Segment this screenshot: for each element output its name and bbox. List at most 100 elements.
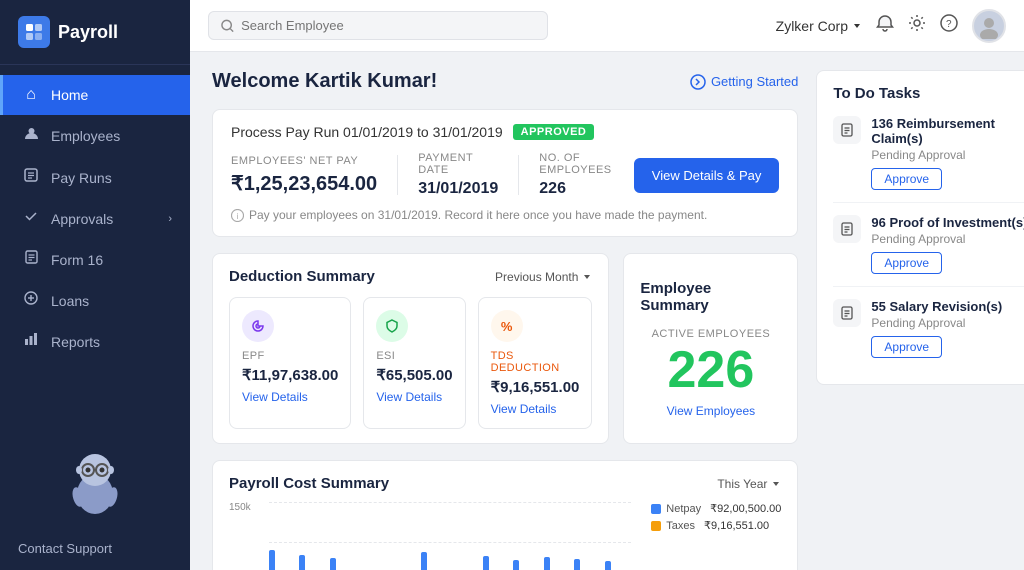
- payrun-badge: APPROVED: [513, 124, 595, 140]
- deduction-items: EPF ₹11,97,638.00 View Details ESI ₹65,5…: [229, 297, 592, 429]
- deduction-item-epf: EPF ₹11,97,638.00 View Details: [229, 297, 351, 429]
- employees-icon: [21, 126, 41, 146]
- bar-group-9: [544, 557, 571, 570]
- bar-group-1: [299, 555, 326, 570]
- view-details-pay-button[interactable]: View Details & Pay: [634, 158, 780, 193]
- bar-group-11: [605, 561, 632, 570]
- reports-icon: [21, 332, 41, 351]
- sidebar-item-payruns[interactable]: Pay Runs: [0, 157, 190, 198]
- todo-text-investment: 96 Proof of Investment(s) Pending Approv…: [871, 215, 1024, 274]
- todo-item-reimbursement-sub: Pending Approval: [871, 148, 1024, 162]
- epf-name: EPF: [242, 350, 338, 362]
- payrun-employees-value: 226: [539, 180, 611, 198]
- approve-salary-button[interactable]: Approve: [871, 336, 942, 358]
- sidebar-item-loans[interactable]: Loans: [0, 280, 190, 321]
- company-selector[interactable]: Zylker Corp: [776, 18, 862, 34]
- bar-netpay-7: [483, 556, 489, 570]
- home-icon: ⌂: [21, 86, 41, 104]
- todo-text-salary: 55 Salary Revision(s) Pending Approval A…: [871, 299, 1024, 358]
- tds-view-details[interactable]: View Details: [491, 402, 580, 416]
- bar-netpay-5: [421, 552, 427, 570]
- search-input[interactable]: [241, 18, 535, 33]
- search-box[interactable]: [208, 11, 548, 40]
- reimbursement-icon: [833, 116, 861, 144]
- legend-taxes-dot: [651, 521, 661, 531]
- payrun-divider-2: [518, 155, 519, 195]
- bar-group-7: [483, 556, 510, 570]
- form16-icon: [21, 250, 41, 269]
- sidebar-item-home[interactable]: ⌂ Home: [0, 75, 190, 115]
- help-icon[interactable]: ?: [940, 14, 958, 37]
- welcome-row: Welcome Kartik Kumar! Getting Started: [212, 70, 798, 93]
- payrun-header: Process Pay Run 01/01/2019 to 31/01/2019…: [231, 124, 779, 140]
- bar-group-0: [269, 550, 296, 570]
- notification-icon[interactable]: [876, 14, 894, 37]
- esi-icon: [376, 310, 408, 342]
- tds-amount: ₹9,16,551.00: [491, 378, 580, 396]
- approve-reimbursement-button[interactable]: Approve: [871, 168, 942, 190]
- todo-item-investment: 96 Proof of Investment(s) Pending Approv…: [833, 215, 1024, 287]
- avatar[interactable]: [972, 9, 1006, 43]
- sidebar-item-form16[interactable]: Form 16: [0, 239, 190, 280]
- contact-support[interactable]: Contact Support: [0, 527, 190, 570]
- legend-netpay-value: ₹92,00,500.00: [710, 502, 781, 515]
- active-employees-count: 226: [668, 344, 755, 396]
- legend-taxes-label: Taxes: [666, 520, 695, 532]
- settings-icon[interactable]: [908, 14, 926, 37]
- epf-view-details[interactable]: View Details: [242, 390, 338, 404]
- content-main: Welcome Kartik Kumar! Getting Started Pr…: [212, 70, 798, 552]
- bar-netpay-9: [544, 557, 550, 570]
- logo-icon: [18, 16, 50, 48]
- summary-row: Deduction Summary Previous Month EPF: [212, 253, 798, 444]
- bar-netpay-1: [299, 555, 305, 570]
- legend-taxes-value: ₹9,16,551.00: [704, 519, 769, 532]
- sidebar-item-approvals[interactable]: Approvals ›: [0, 198, 190, 239]
- sidebar-item-form16-label: Form 16: [51, 252, 103, 268]
- deduction-item-tds: % TDS DEDUCTION ₹9,16,551.00 View Detail…: [478, 297, 593, 429]
- payruns-icon: [21, 168, 41, 187]
- deduction-title: Deduction Summary: [229, 268, 375, 285]
- payroll-cost-card: Payroll Cost Summary This Year 150k 100k: [212, 460, 798, 570]
- approve-investment-button[interactable]: Approve: [871, 252, 942, 274]
- deduction-header: Deduction Summary Previous Month: [229, 268, 592, 285]
- prev-month-chevron-icon: [582, 272, 592, 282]
- payrun-net-pay-value: ₹1,25,23,654.00: [231, 171, 377, 196]
- bar-group-8: [513, 560, 540, 570]
- sidebar-item-reports[interactable]: Reports: [0, 321, 190, 362]
- this-year-selector[interactable]: This Year: [717, 477, 781, 491]
- esi-view-details[interactable]: View Details: [376, 390, 452, 404]
- sidebar-item-reports-label: Reports: [51, 334, 100, 350]
- esi-name: ESI: [376, 350, 452, 362]
- sidebar-item-employees-label: Employees: [51, 128, 120, 144]
- logo-text: Payroll: [58, 22, 118, 43]
- sidebar-logo: Payroll: [0, 0, 190, 65]
- payrun-divider-1: [397, 155, 398, 195]
- employee-summary-card: Employee Summary ACTIVE EMPLOYEES 226 Vi…: [623, 253, 798, 444]
- bar-group-5: [421, 552, 448, 570]
- cost-title: Payroll Cost Summary: [229, 475, 389, 492]
- chart-container: [269, 502, 632, 570]
- mascot: [0, 442, 190, 527]
- payrun-net-pay-label: EMPLOYEES' NET PAY: [231, 155, 377, 167]
- sidebar-nav: ⌂ Home Employees Pay Runs Approvals ›: [0, 65, 190, 442]
- sidebar-item-employees[interactable]: Employees: [0, 115, 190, 157]
- payrun-net-pay-col: EMPLOYEES' NET PAY ₹1,25,23,654.00: [231, 155, 377, 196]
- epf-icon: [242, 310, 274, 342]
- payrun-employees-label: NO. OF EMPLOYEES: [539, 152, 611, 176]
- sidebar: Payroll ⌂ Home Employees Pay Runs Approv…: [0, 0, 190, 570]
- deduction-item-esi: ESI ₹65,505.00 View Details: [363, 297, 465, 429]
- payrun-note: i Pay your employees on 31/01/2019. Reco…: [231, 208, 779, 222]
- view-employees-link[interactable]: View Employees: [667, 404, 756, 418]
- esi-amount: ₹65,505.00: [376, 366, 452, 384]
- topbar-right: Zylker Corp ?: [776, 9, 1006, 43]
- this-year-chevron-icon: [771, 479, 781, 489]
- chart-y-labels: 150k 100k: [229, 502, 259, 570]
- bar-netpay-2: [330, 558, 336, 570]
- payrun-card: Process Pay Run 01/01/2019 to 31/01/2019…: [212, 109, 798, 237]
- content-sidebar: To Do Tasks 136 Reimbursement Claim(s) P…: [816, 70, 1024, 552]
- getting-started-link[interactable]: Getting Started: [690, 74, 798, 90]
- payrun-date-label: PAYMENT DATE: [418, 152, 498, 176]
- prev-month-selector[interactable]: Previous Month: [495, 270, 592, 284]
- sidebar-item-payruns-label: Pay Runs: [51, 170, 112, 186]
- loans-icon: [21, 291, 41, 310]
